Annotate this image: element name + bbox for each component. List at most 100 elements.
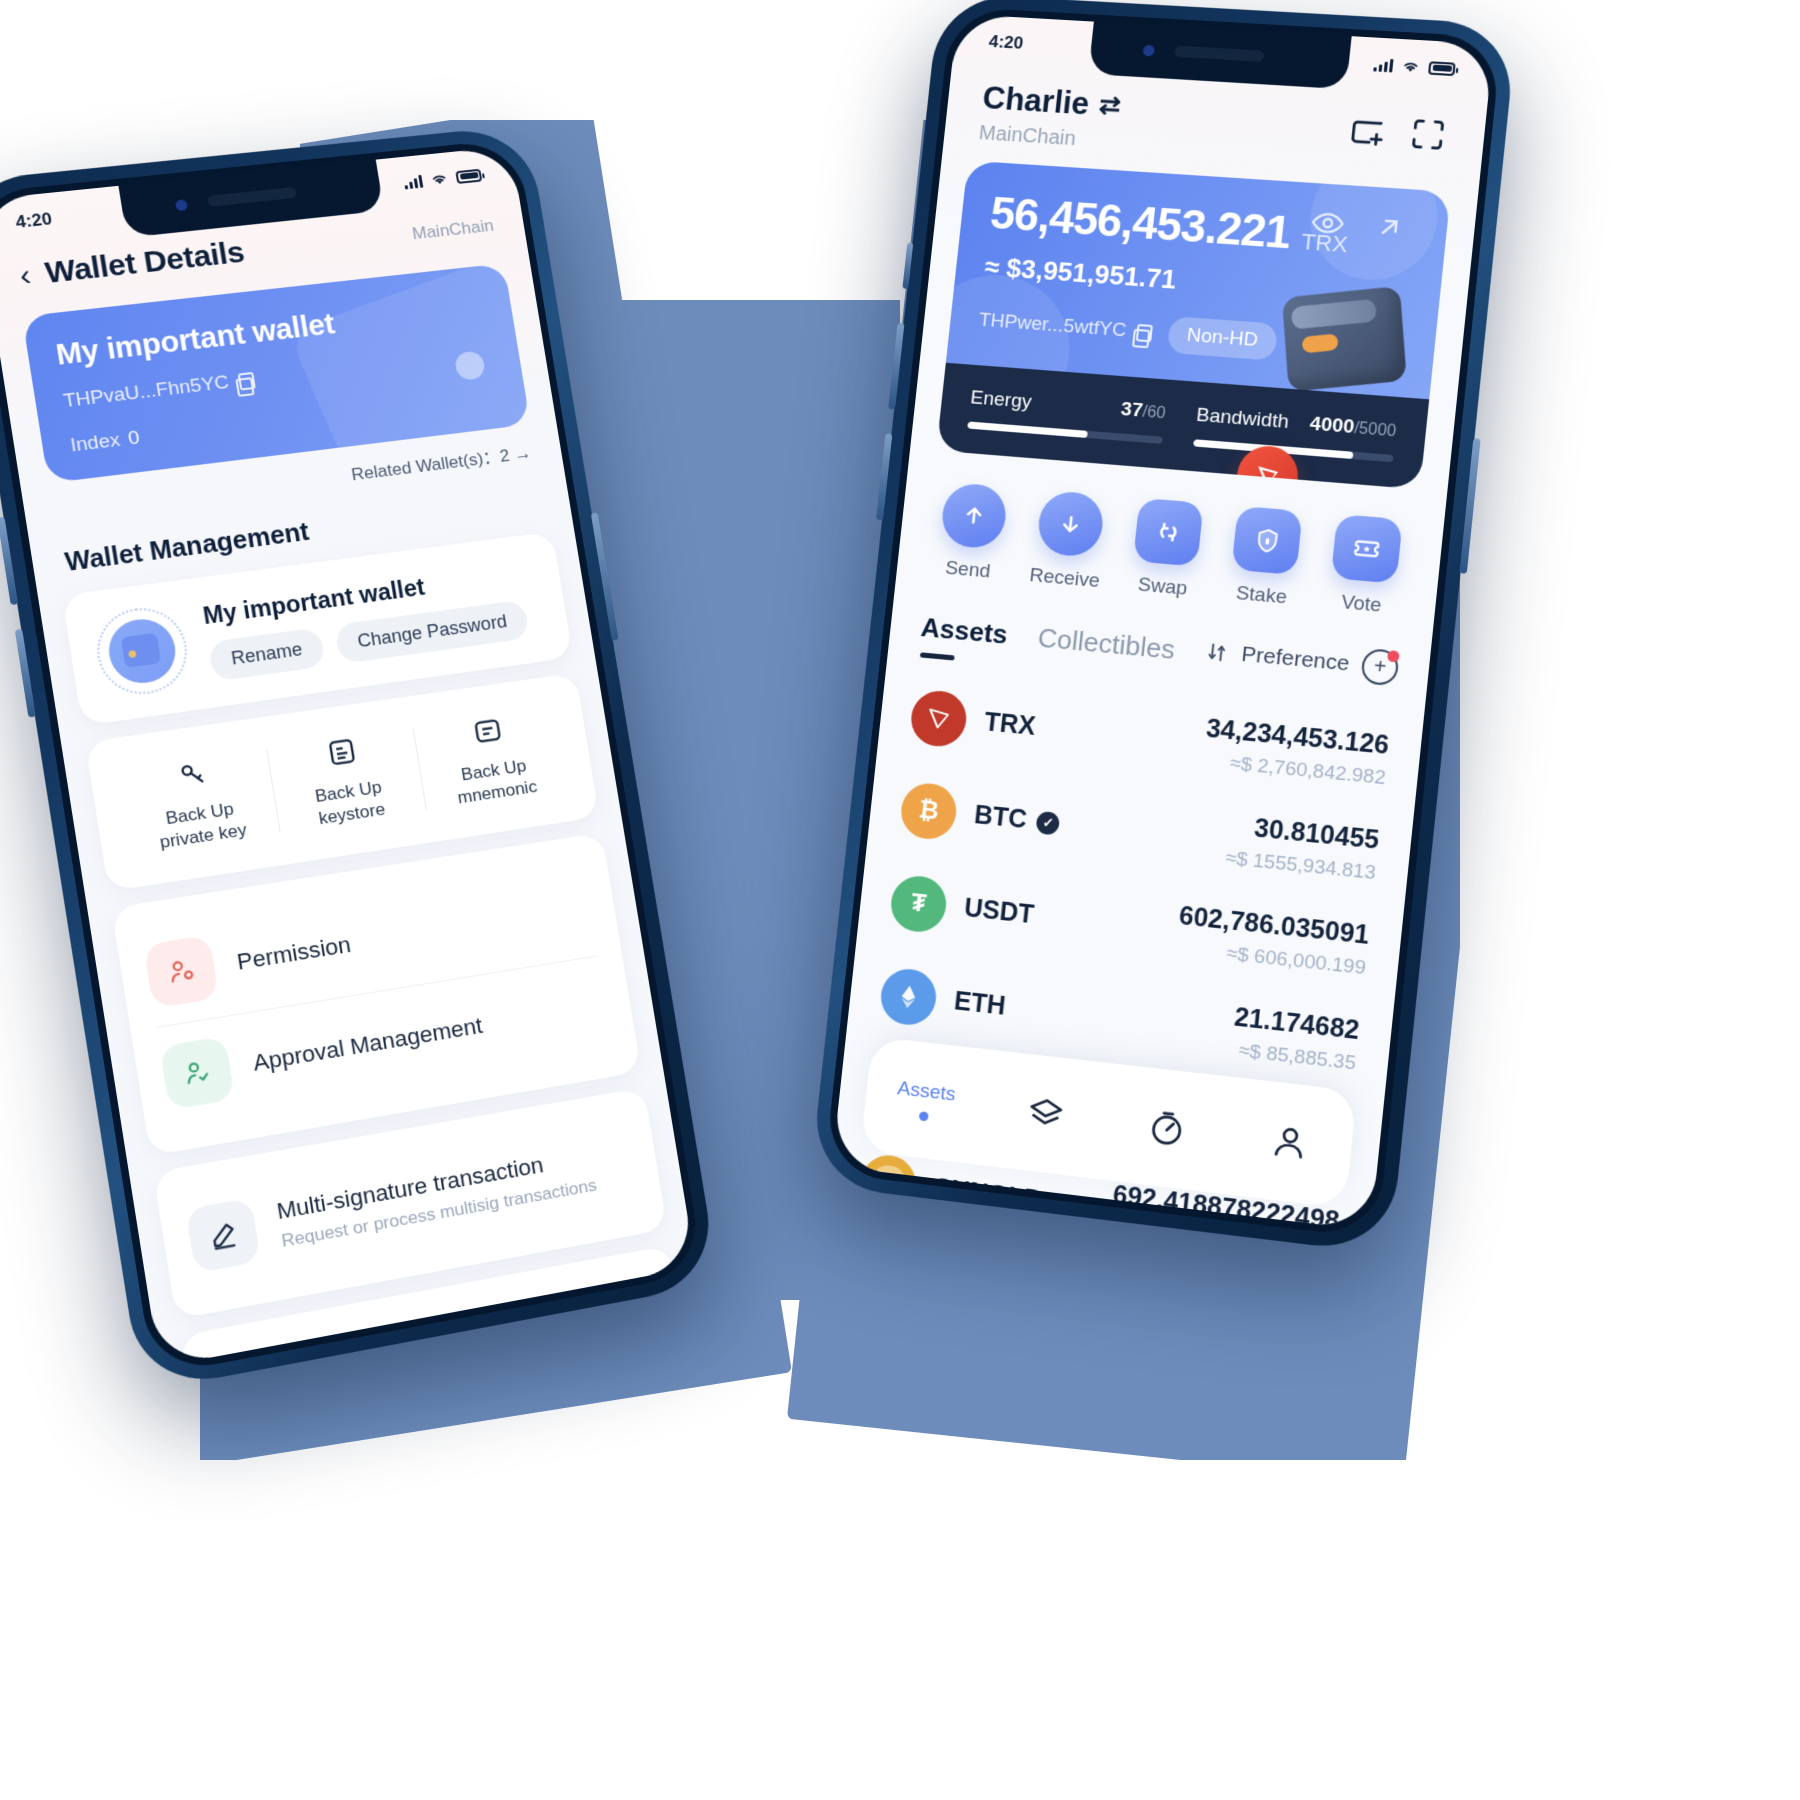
backup-keystore-line2: keystore: [317, 799, 387, 829]
volume-up-button[interactable]: [0, 516, 19, 606]
resource-bandwidth[interactable]: Bandwidth 4000/5000: [1193, 404, 1397, 463]
volume-down-button[interactable]: [14, 628, 37, 718]
rename-button[interactable]: Rename: [207, 627, 326, 682]
tab-collectibles[interactable]: Collectibles: [1036, 622, 1176, 666]
chain-label: MainChain: [410, 215, 496, 244]
tabbar-item-explore[interactable]: [1103, 1101, 1229, 1157]
account-header: Charlie ⇄ MainChain: [944, 78, 1488, 177]
row-permission-label: Permission: [235, 930, 353, 975]
backup-private-key-line1: Back Up: [164, 799, 236, 829]
asset-amount: 2648771.04328662: [1121, 1086, 1350, 1142]
screen-assets-home: 4:20 Charlie ⇄ MainChain 56,456,453.221 …: [831, 13, 1494, 1231]
mute-switch-right[interactable]: [902, 242, 914, 290]
wifi-icon: [1401, 59, 1421, 74]
asset-usd: ≈$ 85,885.35: [1237, 1039, 1357, 1075]
index-value: 0: [126, 427, 142, 450]
bandwidth-used: 4000: [1308, 413, 1356, 439]
action-receive-label: Receive: [1028, 564, 1101, 593]
eye-icon[interactable]: [1309, 210, 1347, 237]
ethereum-icon: [878, 965, 939, 1028]
phone-bezel-right: 4:20 Charlie ⇄ MainChain 56,456,453.221 …: [823, 6, 1503, 1240]
balance-card-top: 56,456,453.221 TRX ≈ $3,951,951.71 THPwe…: [945, 160, 1451, 400]
asset-amount: 34,234,453.126: [1204, 714, 1391, 761]
add-token-icon[interactable]: +: [1360, 647, 1400, 687]
preference-button[interactable]: Preference +: [1204, 634, 1400, 687]
asset-amount: 30.810455: [1252, 813, 1381, 856]
signal-bars-icon: [403, 174, 424, 189]
asset-tabs: Assets Collectibles Preference +: [919, 609, 1400, 687]
asset-symbol: USDT: [962, 893, 1036, 930]
swap-icon: [1132, 497, 1204, 567]
resource-energy[interactable]: Energy 37/60: [967, 387, 1166, 444]
quick-actions: Send Receive Swap Stake Vote: [918, 480, 1420, 620]
row-approval-management[interactable]: Approval Management: [156, 954, 614, 1129]
action-swap[interactable]: Swap: [1112, 496, 1221, 603]
active-dot: [918, 1110, 929, 1121]
tabbar-item-layers[interactable]: [983, 1087, 1108, 1142]
bandwidth-label: Bandwidth: [1195, 404, 1290, 434]
backup-private-key-line2: private key: [158, 819, 248, 852]
scan-qr-icon[interactable]: [1406, 114, 1450, 156]
battery-icon: [1427, 60, 1456, 76]
copy-icon[interactable]: [1135, 323, 1153, 342]
keystore-icon: [269, 725, 413, 779]
action-vote[interactable]: Vote: [1310, 513, 1421, 621]
tabbar-item-assets[interactable]: Assets: [864, 1074, 987, 1128]
resources-bar: Energy 37/60 Bandwidth 4000/5000: [936, 362, 1430, 490]
page-title: Wallet Details: [42, 235, 247, 291]
sort-arrows-icon: [1205, 640, 1230, 665]
preference-label: Preference: [1240, 642, 1351, 676]
account-name-row[interactable]: Charlie ⇄: [981, 80, 1123, 125]
action-send[interactable]: Send: [918, 480, 1025, 585]
bandwidth-progress: [1193, 439, 1394, 463]
action-send-label: Send: [944, 557, 992, 583]
front-camera: [174, 199, 189, 212]
balance-card: 56,456,453.221 TRX ≈ $3,951,951.71 THPwe…: [936, 160, 1451, 490]
backup-private-key-button[interactable]: Back Up private key: [114, 740, 281, 865]
wallet-address: THPvaU...Fhn5YC: [61, 371, 231, 413]
bitcoin-icon: ₿: [898, 780, 960, 842]
key-icon: [119, 746, 266, 801]
energy-total: /60: [1141, 403, 1167, 423]
backup-keystore-button[interactable]: Back Up keystore: [264, 719, 427, 842]
chain-label-right: MainChain: [977, 121, 1077, 151]
copy-icon[interactable]: [237, 371, 257, 391]
earpiece-speaker: [206, 186, 298, 207]
row-approval-label: Approval Management: [251, 1012, 485, 1076]
pencil-icon: [185, 1197, 262, 1273]
account-name: Charlie: [980, 79, 1092, 122]
action-stake-label: Stake: [1234, 582, 1288, 609]
earpiece-speaker-right: [1174, 45, 1265, 62]
action-vote-label: Vote: [1340, 591, 1383, 617]
status-time: 4:20: [14, 209, 54, 232]
chevron-left-icon[interactable]: ‹: [17, 258, 33, 292]
switch-account-icon[interactable]: ⇄: [1098, 90, 1123, 122]
arrow-right-icon: →: [512, 443, 533, 465]
battery-icon: [455, 168, 483, 184]
arrow-up-icon: [938, 481, 1009, 550]
row-multisig-sub: Request or process multisig transactions: [280, 1174, 598, 1251]
link-icon: [211, 1359, 288, 1368]
tab-assets[interactable]: Assets: [919, 612, 1010, 651]
wallet-3d-icon: [1281, 285, 1407, 392]
index-label: Index: [69, 429, 122, 457]
arrow-up-right-icon[interactable]: [1373, 212, 1405, 243]
tabbar-item-profile[interactable]: [1225, 1115, 1353, 1171]
tabbar-assets-label: Assets: [896, 1077, 957, 1106]
add-wallet-icon[interactable]: [1345, 110, 1389, 151]
balance-decor-2: [1304, 160, 1444, 284]
asset-usd: ≈$ 2,760,842.982: [1228, 752, 1387, 790]
arrow-down-icon: [1035, 489, 1106, 559]
non-hd-badge: Non-HD: [1166, 316, 1279, 361]
action-stake[interactable]: Stake: [1211, 504, 1321, 611]
asset-amount: 21.174682: [1232, 1002, 1361, 1046]
asset-symbol: TRX: [982, 707, 1037, 742]
asset-amount: 692.418878222498: [1111, 1180, 1341, 1231]
action-receive[interactable]: Receive: [1015, 488, 1123, 594]
backup-mnemonic-button[interactable]: Back Up mnemonic: [411, 698, 571, 820]
verified-badge-icon: ✓: [1035, 810, 1061, 836]
profile-icon: [1266, 1119, 1313, 1166]
balance-amount: 56,456,453.221: [987, 188, 1293, 259]
tron-logo-icon[interactable]: [1234, 443, 1301, 490]
change-password-button[interactable]: Change Password: [334, 599, 531, 665]
